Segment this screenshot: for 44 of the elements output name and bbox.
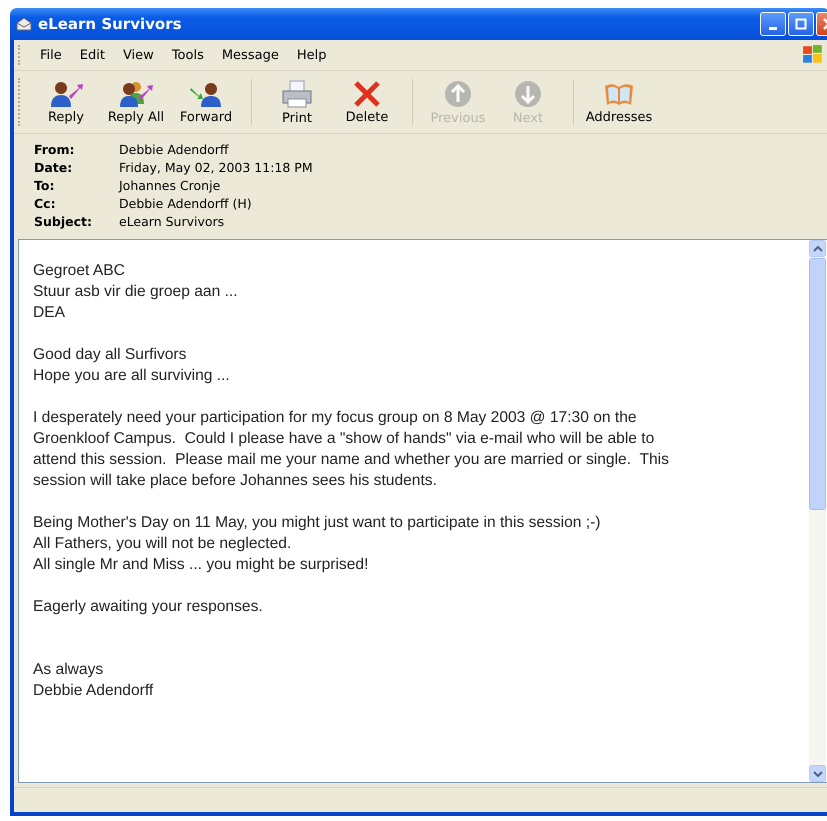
paragraph: As always Debbie Adendorff (33, 660, 154, 701)
header-label: Date: (34, 160, 74, 175)
header-value: Debbie Adendorff (H) (119, 196, 253, 211)
printer-icon (280, 78, 314, 108)
header-value: Friday, May 02, 2003 11:18 PM (119, 160, 313, 175)
menu-item[interactable]: View (114, 46, 163, 64)
people-arrow-icon (119, 80, 153, 108)
header-label: From: (34, 142, 76, 157)
person-arrow-icon (49, 80, 83, 108)
toolbar-button[interactable]: Reply (31, 73, 101, 131)
chevron-up-icon (812, 244, 822, 252)
scroll-down-button[interactable] (809, 765, 826, 782)
menu-item[interactable]: Tools (162, 46, 213, 64)
maximize-icon (795, 18, 807, 30)
maximize-button[interactable] (788, 12, 814, 36)
toolbar-button[interactable]: Delete (332, 73, 402, 131)
minimize-icon (769, 26, 777, 30)
header-value: eLearn Survivors (119, 214, 226, 229)
header-label: Subject: (34, 214, 93, 229)
chevron-down-icon (812, 770, 822, 778)
toolbar-button[interactable]: Reply All (101, 73, 171, 131)
toolbar-button[interactable]: Forward (171, 73, 241, 131)
paragraph: Good day all Surfivors Hope you are all surviving ... (33, 345, 231, 386)
paragraph: Being Mother's Day on 11 May, you might just want to participate in this session ;-) All Fathers, you will not be neglected. All single Mr and Miss ... you might be surprised! (33, 513, 602, 575)
window-title: eLearn Survivors (38, 15, 182, 33)
header-value: Debbie Adendorff (119, 142, 230, 157)
paragraph: Gegroet ABC Stuur asb vir die groep aan ... DEA (33, 261, 239, 323)
paragraph: I desperately need your participation for my focus group on 8 May 2003 @ 17:30 on the Groenkloof Campus. Could I please have a "show of hands" via e-mail who will be able to attend this session. Please mail me your name and whether you are married or single. This session will take place before Johannes sees his students. (33, 408, 670, 491)
header-label: To: (34, 178, 56, 193)
header-label: Cc: (34, 196, 57, 211)
paragraph: Eagerly awaiting your responses. (33, 597, 264, 617)
toolbar-button[interactable]: Print (262, 73, 332, 131)
scroll-thumb[interactable] (809, 258, 826, 510)
menu-item[interactable]: Edit (70, 46, 114, 64)
minimize-button[interactable] (760, 12, 786, 36)
header-value: Johannes Cronje (119, 178, 222, 193)
menu-item[interactable]: Message (212, 46, 288, 64)
toolbar-button[interactable]: Addresses (584, 73, 654, 131)
menu-item[interactable]: File (31, 46, 71, 64)
scroll-up-button[interactable] (809, 240, 826, 257)
scrollbar[interactable] (809, 240, 826, 782)
delete-icon (352, 80, 382, 108)
menu-item[interactable]: Help (288, 46, 336, 64)
envelope-icon (16, 17, 32, 31)
